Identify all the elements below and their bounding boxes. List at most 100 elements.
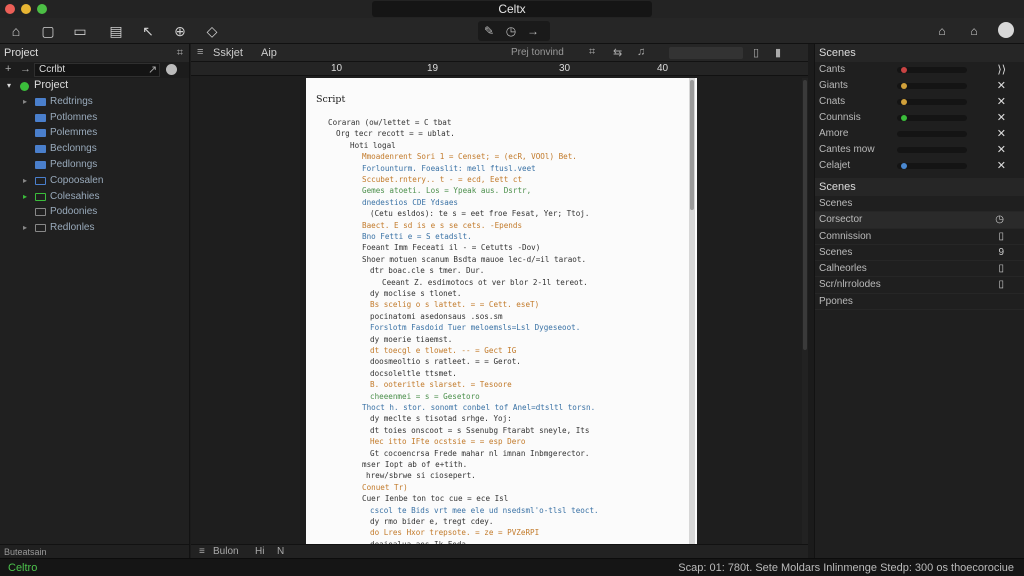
track-row[interactable]: Celajet ✕ xyxy=(815,158,1024,174)
tree-item[interactable]: Podoonies xyxy=(0,204,189,220)
tab-script[interactable]: Sskjet xyxy=(213,47,243,59)
track-remove-icon[interactable]: ✕ xyxy=(997,126,1006,142)
scene-action-icon[interactable]: ◷ xyxy=(995,212,1004,228)
tree-item[interactable]: ▸ Copoosalen xyxy=(0,173,189,189)
expand-arrow-icon[interactable]: ▸ xyxy=(20,94,30,110)
home-icon[interactable]: ⌂ xyxy=(6,21,26,41)
track-remove-icon[interactable]: ⟩⟩ xyxy=(997,62,1006,78)
scene-row[interactable]: Calheorles ▯ xyxy=(815,261,1024,278)
document-icon[interactable]: ▢ xyxy=(38,21,58,41)
minimize-window-button[interactable] xyxy=(21,4,31,14)
close-window-button[interactable] xyxy=(5,4,15,14)
script-line: dnedestios CDE Ydsaes xyxy=(362,197,459,207)
scene-action-icon[interactable]: ▯ xyxy=(998,229,1004,245)
layout-icon[interactable]: ▯ xyxy=(753,46,759,59)
editor-footer-icon[interactable]: ≡ xyxy=(199,546,205,557)
tree-item[interactable]: Potlomnes xyxy=(0,110,189,126)
scene-row[interactable]: Comnission ▯ xyxy=(815,229,1024,245)
editor-scrollbar[interactable] xyxy=(802,78,808,544)
track-row[interactable]: Giants ✕ xyxy=(815,78,1024,94)
script-line: dy rmo bider e, tregt cdey. xyxy=(370,517,494,526)
editor-scroll-thumb[interactable] xyxy=(803,80,807,350)
scene-row[interactable]: Scenes xyxy=(815,196,1024,213)
editor-footer-item[interactable]: N xyxy=(277,546,284,557)
tree-item[interactable]: ▸ Colesahies xyxy=(0,189,189,205)
track-bar[interactable] xyxy=(897,99,967,105)
settings-icon[interactable] xyxy=(166,64,177,75)
tree-item[interactable]: ▸ Redtrings xyxy=(0,94,189,110)
page-ruler: 10 19 30 40 xyxy=(191,62,808,76)
script-line: Coraran (ow/lettet = C tbat xyxy=(328,118,452,127)
clock-icon[interactable]: ◷ xyxy=(500,21,522,41)
script-page[interactable]: Script Coraran (ow/lettet = C tbat Org te… xyxy=(306,78,697,544)
track-bar[interactable] xyxy=(897,131,967,137)
menu-icon[interactable]: ≡ xyxy=(197,46,203,58)
pen-icon[interactable]: ↗ xyxy=(148,63,157,76)
tree-item-label: Podoonies xyxy=(50,206,98,218)
grid-icon[interactable]: ⌗ xyxy=(589,46,595,59)
script-line: Gemes atoeti. Los = Ypeak aus. Dsrtr, xyxy=(362,186,532,196)
expand-arrow-icon[interactable]: ▸ xyxy=(20,220,30,236)
scene-row[interactable]: Scenes 9 xyxy=(815,245,1024,262)
scenes-list-header: Scenes xyxy=(815,178,1024,196)
scene-action-icon[interactable]: ▯ xyxy=(998,261,1004,277)
scene-action-icon[interactable]: ▯ xyxy=(998,277,1004,293)
fullscreen-icon[interactable]: ▮ xyxy=(775,46,781,59)
folder-icon[interactable]: ▭ xyxy=(70,21,90,41)
track-remove-icon[interactable]: ✕ xyxy=(997,78,1006,94)
track-bar[interactable] xyxy=(897,163,967,169)
track-row[interactable]: Cantes mow ✕ xyxy=(815,142,1024,158)
track-remove-icon[interactable]: ✕ xyxy=(997,158,1006,174)
center-tool-group: ✎ ◷ → xyxy=(478,21,550,41)
scene-row[interactable]: Scr/nlrrolodes ▯ xyxy=(815,277,1024,294)
mic-icon[interactable]: ♫ xyxy=(637,46,645,58)
arrow-right-icon[interactable]: → xyxy=(522,21,544,41)
edit-icon[interactable]: ✎ xyxy=(478,21,500,41)
script-line: Baect. E sd is e s se cets. -Epends xyxy=(362,220,523,230)
shape-icon[interactable]: ◇ xyxy=(202,21,222,41)
track-bar[interactable] xyxy=(897,67,967,73)
track-remove-icon[interactable]: ✕ xyxy=(997,94,1006,110)
project-search-input[interactable]: Ccrlbt xyxy=(34,63,160,77)
tree-item[interactable]: ▸ Redlonles xyxy=(0,220,189,236)
pen-icon[interactable]: ↖ xyxy=(138,21,158,41)
scene-row[interactable]: Corsector ◷ xyxy=(815,212,1024,229)
collapse-icon[interactable]: → xyxy=(20,63,31,75)
track-row[interactable]: Amore ✕ xyxy=(815,126,1024,142)
pin-icon[interactable]: ⌂ xyxy=(932,21,952,41)
track-row[interactable]: Cnats ✕ xyxy=(815,94,1024,110)
page-scroll-thumb[interactable] xyxy=(690,80,694,210)
scene-row[interactable]: Ppones xyxy=(815,294,1024,311)
tab-aip[interactable]: Aip xyxy=(261,47,277,59)
tree-root-project[interactable]: ▾ Project xyxy=(0,78,189,94)
track-row[interactable]: Cants ⟩⟩ xyxy=(815,62,1024,78)
bookmark-icon[interactable]: ⌂ xyxy=(964,21,984,41)
maximize-window-button[interactable] xyxy=(37,4,47,14)
track-row[interactable]: Counnsis ✕ xyxy=(815,110,1024,126)
panel-options-icon[interactable]: ⌗ xyxy=(177,44,183,62)
swap-icon[interactable]: ⇆ xyxy=(613,46,622,59)
track-bar[interactable] xyxy=(897,115,967,121)
page-scrollbar[interactable] xyxy=(689,78,695,544)
track-remove-icon[interactable]: ✕ xyxy=(997,142,1006,158)
tree-item[interactable]: Polemmes xyxy=(0,125,189,141)
track-label: Amore xyxy=(819,128,849,139)
add-icon[interactable]: + xyxy=(5,63,11,75)
editor-footer-item[interactable]: Hi xyxy=(255,546,264,557)
notebook-icon[interactable]: ▤ xyxy=(106,21,126,41)
zoom-icon[interactable]: ⊕ xyxy=(170,21,190,41)
avatar[interactable] xyxy=(998,22,1014,38)
expand-arrow-icon[interactable]: ▸ xyxy=(20,189,30,205)
track-remove-icon[interactable]: ✕ xyxy=(997,110,1006,126)
zoom-dropdown[interactable] xyxy=(669,47,743,59)
folder-icon xyxy=(35,145,46,154)
tree-item[interactable]: Pedlonngs xyxy=(0,157,189,173)
script-line: pocinatomi asedonsaus .sos.sm xyxy=(370,311,503,321)
status-bar: Celtro Scap: 01: 780t. Sete Moldars Inli… xyxy=(0,558,1024,576)
track-label: Celajet xyxy=(819,160,851,171)
expand-arrow-icon[interactable]: ▸ xyxy=(20,173,30,189)
track-bar[interactable] xyxy=(897,83,967,89)
tree-item[interactable]: Beclonngs xyxy=(0,141,189,157)
track-bar[interactable] xyxy=(897,147,967,153)
scene-action-icon[interactable]: 9 xyxy=(998,245,1004,261)
